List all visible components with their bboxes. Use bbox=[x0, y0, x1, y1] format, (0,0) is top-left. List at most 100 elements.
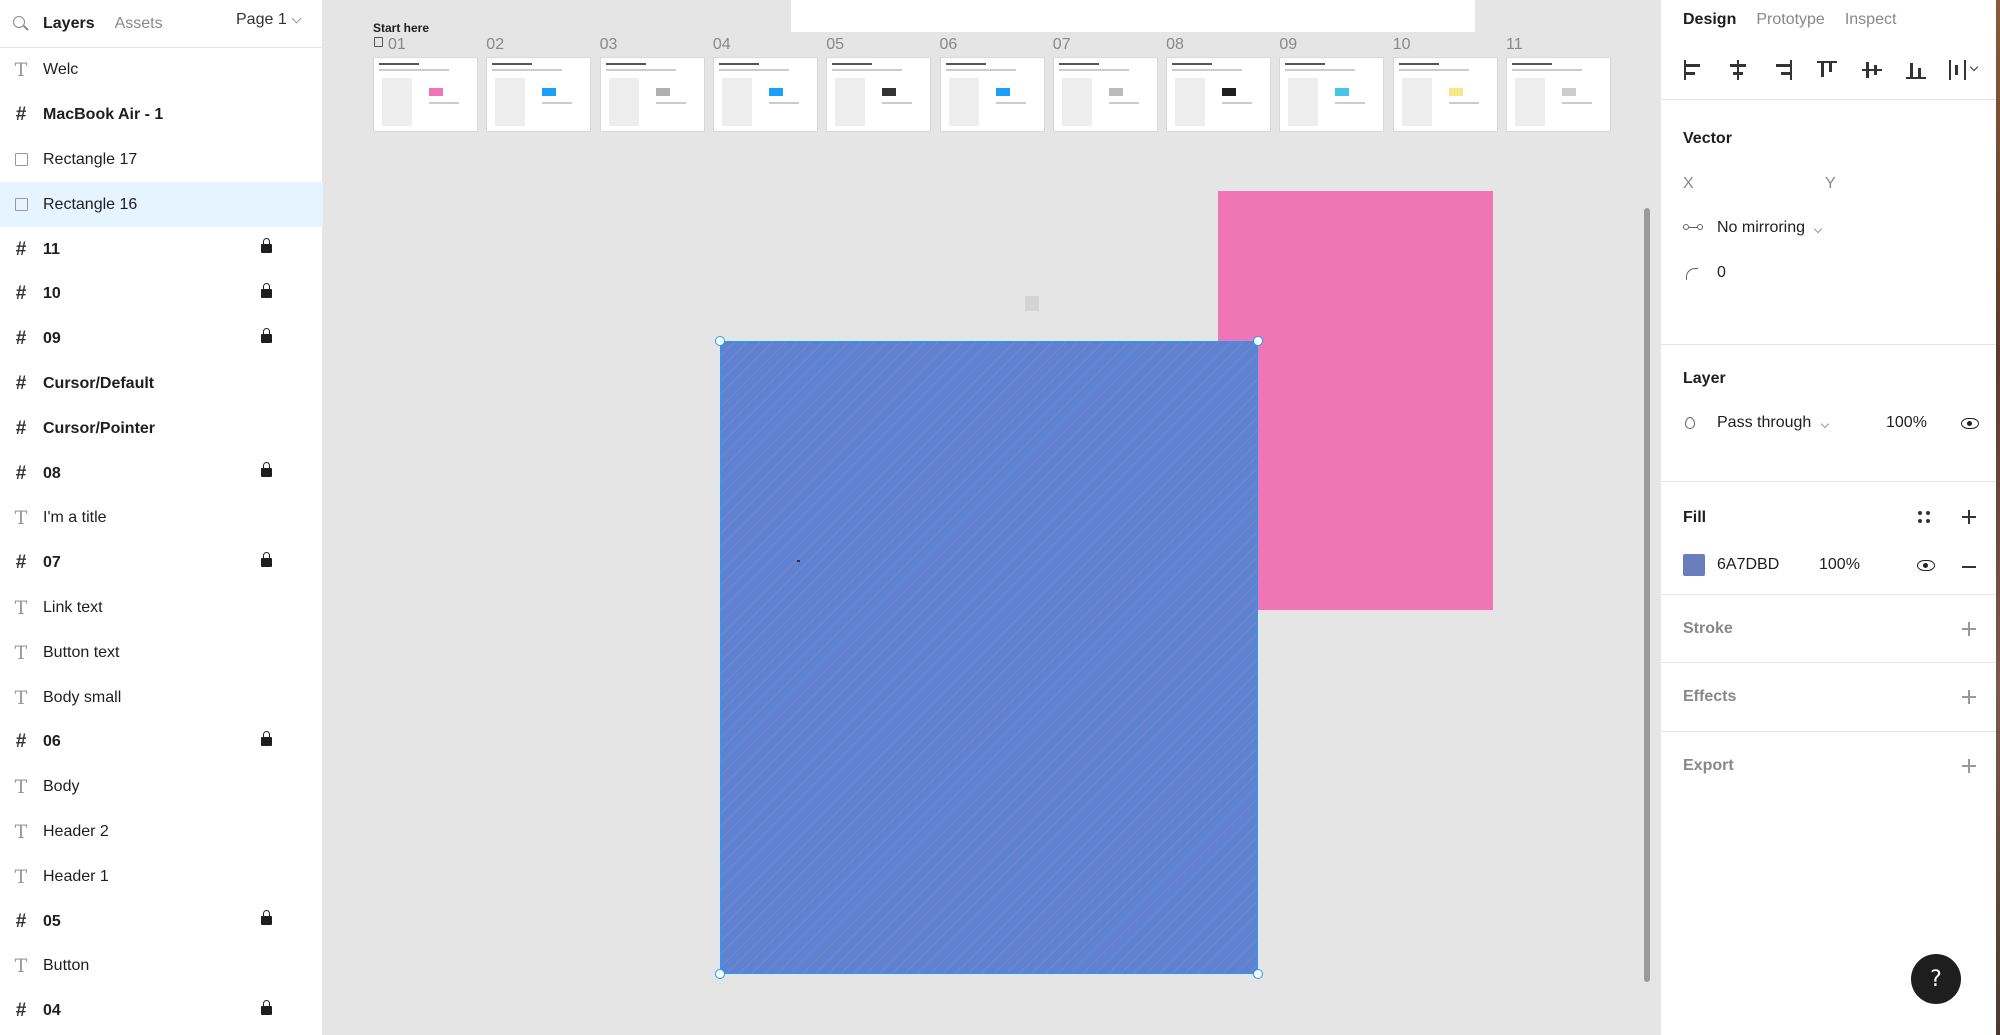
layer-name: 09 bbox=[43, 330, 61, 348]
help-button[interactable]: ? bbox=[1911, 954, 1961, 1004]
frame-thumbnail[interactable] bbox=[1506, 57, 1611, 132]
layer-row[interactable]: T Button text bbox=[0, 630, 323, 675]
lock-icon[interactable] bbox=[261, 910, 272, 926]
align-bottom-icon[interactable] bbox=[1905, 59, 1927, 81]
layer-row[interactable]: T Body bbox=[0, 765, 323, 810]
add-fill-icon[interactable] bbox=[1962, 510, 1976, 524]
export-title[interactable]: Export bbox=[1683, 757, 1734, 775]
thumbnail-number: 06 bbox=[939, 36, 958, 53]
resize-handle-top-left[interactable] bbox=[715, 336, 725, 346]
distribute-menu-icon[interactable] bbox=[1948, 59, 1982, 81]
blend-mode-select[interactable]: Pass through bbox=[1717, 414, 1829, 432]
layer-row[interactable]: T Welc bbox=[0, 48, 323, 93]
layer-row[interactable]: # Cursor/Default bbox=[0, 362, 323, 407]
search-icon[interactable] bbox=[12, 15, 30, 33]
layer-row[interactable]: #09 bbox=[0, 317, 323, 362]
frame-top-edge[interactable] bbox=[791, 0, 1475, 32]
frame-icon: # bbox=[15, 372, 27, 394]
frame-thumbnail[interactable] bbox=[373, 57, 478, 132]
lock-icon[interactable] bbox=[261, 327, 272, 343]
layer-title: Layer bbox=[1683, 370, 1726, 387]
lock-icon[interactable] bbox=[261, 999, 272, 1015]
layer-row[interactable]: #04 bbox=[0, 989, 323, 1034]
frame-thumbnail[interactable] bbox=[1166, 57, 1272, 132]
stroke-title[interactable]: Stroke bbox=[1683, 620, 1733, 638]
eye-icon[interactable] bbox=[1917, 560, 1935, 571]
lock-icon[interactable] bbox=[261, 551, 272, 567]
canvas-scrollbar[interactable] bbox=[1644, 208, 1650, 982]
remove-fill-icon[interactable] bbox=[1962, 566, 1976, 568]
rectangle-16-selected[interactable] bbox=[720, 341, 1258, 974]
tab-prototype[interactable]: Prototype bbox=[1756, 11, 1824, 29]
layer-row[interactable]: Rectangle 17 bbox=[0, 138, 323, 183]
align-left-icon[interactable] bbox=[1682, 59, 1704, 81]
resize-handle-bottom-right[interactable] bbox=[1253, 969, 1263, 979]
resize-handle-bottom-left[interactable] bbox=[715, 969, 725, 979]
styles-icon[interactable] bbox=[1917, 510, 1931, 524]
eye-icon[interactable] bbox=[1961, 418, 1979, 429]
add-export-icon[interactable] bbox=[1962, 759, 1976, 773]
align-vertical-center-icon[interactable] bbox=[1861, 59, 1883, 81]
fill-color-swatch[interactable] bbox=[1683, 554, 1705, 576]
canvas[interactable]: Start here 01 02 03 04 05 06 07 08 09 10 11 bbox=[324, 0, 1660, 1035]
page-selector[interactable]: Page 1 bbox=[236, 11, 302, 29]
effects-title[interactable]: Effects bbox=[1683, 688, 1736, 706]
corner-radius-input[interactable]: 0 bbox=[1717, 264, 1726, 282]
page-selector-label: Page 1 bbox=[236, 11, 287, 28]
layer-name: Rectangle 17 bbox=[43, 150, 138, 168]
thumbnail-number: 07 bbox=[1052, 36, 1071, 53]
section-label-start-here[interactable]: Start here bbox=[373, 21, 429, 35]
layer-row[interactable]: T Link text bbox=[0, 586, 323, 631]
align-top-icon[interactable] bbox=[1816, 59, 1838, 81]
frame-thumbnail[interactable] bbox=[1392, 57, 1498, 132]
fill-hex-input[interactable]: 6A7DBD bbox=[1717, 556, 1779, 574]
layer-row[interactable]: #11 bbox=[0, 227, 323, 272]
layer-name: Link text bbox=[43, 598, 103, 616]
layer-row[interactable]: Rectangle 16 bbox=[0, 182, 323, 228]
layer-row[interactable]: T Header 1 bbox=[0, 854, 323, 899]
layer-row[interactable]: #05 bbox=[0, 899, 323, 944]
lock-icon[interactable] bbox=[261, 282, 272, 298]
tab-design[interactable]: Design bbox=[1683, 11, 1736, 29]
tab-assets[interactable]: Assets bbox=[115, 15, 163, 33]
layer-row[interactable]: #07 bbox=[0, 541, 323, 586]
layer-name: 05 bbox=[43, 912, 61, 930]
lock-icon[interactable] bbox=[261, 462, 272, 478]
layer-opacity-input[interactable]: 100% bbox=[1886, 414, 1927, 432]
layer-row[interactable]: T I'm a title bbox=[0, 496, 323, 541]
add-stroke-icon[interactable] bbox=[1962, 622, 1976, 636]
add-effect-icon[interactable] bbox=[1962, 690, 1976, 704]
lock-icon[interactable] bbox=[261, 238, 272, 254]
frame-thumbnail[interactable] bbox=[1052, 57, 1158, 132]
layer-row[interactable]: T Header 2 bbox=[0, 810, 323, 855]
frame-thumbnail[interactable] bbox=[712, 57, 818, 132]
rectangle-17-pink[interactable] bbox=[1218, 191, 1493, 610]
lock-icon[interactable] bbox=[261, 730, 272, 746]
frame-thumbnail[interactable] bbox=[939, 57, 1045, 132]
layer-name: 08 bbox=[43, 464, 61, 482]
layer-row[interactable]: #06 bbox=[0, 720, 323, 765]
x-field-label[interactable]: X bbox=[1683, 175, 1694, 193]
frame-thumbnail[interactable] bbox=[486, 57, 592, 132]
align-right-icon[interactable] bbox=[1772, 59, 1794, 81]
thumbnail-number: 04 bbox=[712, 36, 731, 53]
frame-thumbnail[interactable] bbox=[599, 57, 705, 132]
layer-row[interactable]: #10 bbox=[0, 272, 323, 317]
layer-name: Cursor/Pointer bbox=[43, 419, 156, 437]
mirroring-select[interactable]: No mirroring bbox=[1717, 219, 1823, 237]
frame-thumbnail[interactable] bbox=[826, 57, 932, 132]
layer-row[interactable]: # MacBook Air - 1 bbox=[0, 93, 323, 138]
frame-thumbnail[interactable] bbox=[1279, 57, 1385, 132]
align-horizontal-center-icon[interactable] bbox=[1727, 59, 1749, 81]
resize-handle-top-right[interactable] bbox=[1253, 336, 1263, 346]
tab-inspect[interactable]: Inspect bbox=[1845, 11, 1897, 29]
y-field-label[interactable]: Y bbox=[1825, 175, 1836, 193]
layer-row[interactable]: # Cursor/Pointer bbox=[0, 406, 323, 451]
small-square-shape[interactable] bbox=[1025, 296, 1039, 311]
layer-row[interactable]: T Button bbox=[0, 944, 323, 989]
layer-row[interactable]: #08 bbox=[0, 451, 323, 496]
fill-opacity-input[interactable]: 100% bbox=[1819, 556, 1860, 574]
layer-name: Header 2 bbox=[43, 822, 109, 840]
layer-row[interactable]: T Body small bbox=[0, 675, 323, 720]
tab-layers[interactable]: Layers bbox=[43, 15, 95, 33]
